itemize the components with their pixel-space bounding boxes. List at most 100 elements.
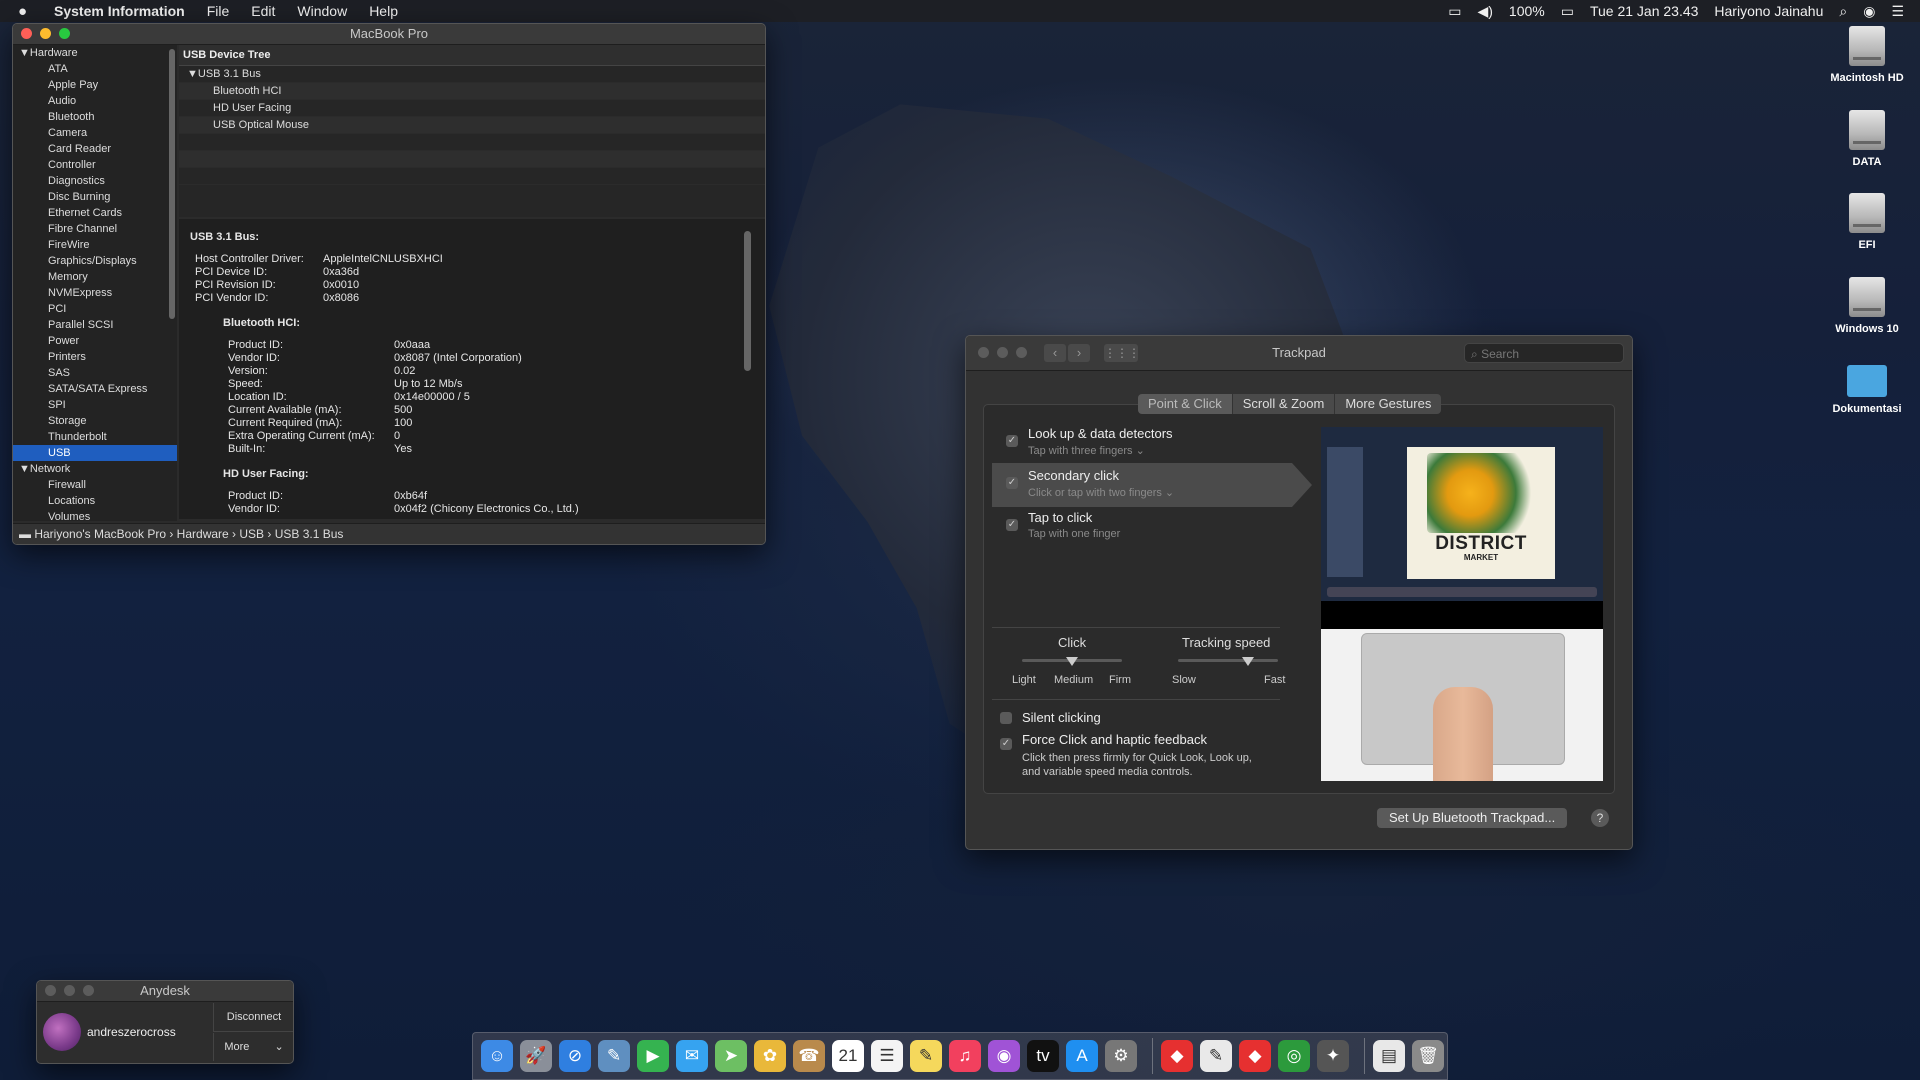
sidebar-item[interactable]: SATA/SATA Express bbox=[13, 381, 177, 397]
preview-icon[interactable]: ✎ bbox=[598, 1040, 630, 1072]
trash-icon[interactable]: 🗑 bbox=[1412, 1040, 1444, 1072]
option-subtitle[interactable]: Click or tap with two fingers ⌄ bbox=[1028, 486, 1174, 499]
disconnect-button[interactable]: Disconnect bbox=[213, 1003, 293, 1032]
sidebar-item[interactable]: NVMExpress bbox=[13, 285, 177, 301]
sidebar-item[interactable]: Camera bbox=[13, 125, 177, 141]
clock[interactable]: Tue 21 Jan 23.43 bbox=[1590, 3, 1698, 19]
minimize-button[interactable] bbox=[997, 347, 1008, 358]
back-arrow-icon[interactable]: ‹ bbox=[1044, 344, 1066, 362]
launchpad-icon[interactable]: 🚀 bbox=[520, 1040, 552, 1072]
sysinfo-sidebar[interactable]: ▼Hardware ATA Apple Pay Audio Bluetooth Camer… bbox=[13, 45, 177, 521]
sidebar-item[interactable]: ATA bbox=[13, 61, 177, 77]
system-preferences-icon[interactable]: ⚙ bbox=[1105, 1040, 1137, 1072]
sidebar-item[interactable]: Graphics/Displays bbox=[13, 253, 177, 269]
sidebar-item[interactable]: Disc Burning bbox=[13, 189, 177, 205]
spotlight-icon[interactable]: ⌕ bbox=[1839, 3, 1847, 20]
sidebar-item[interactable]: Memory bbox=[13, 269, 177, 285]
sidebar-item[interactable]: SPI bbox=[13, 397, 177, 413]
sidebar-item[interactable]: Fibre Channel bbox=[13, 221, 177, 237]
sidebar-item[interactable]: USB bbox=[13, 445, 177, 461]
tree-row[interactable]: ▼USB 3.1 Bus bbox=[179, 66, 765, 83]
sidebar-item[interactable]: Ethernet Cards bbox=[13, 205, 177, 221]
desktop-item[interactable]: EFI bbox=[1822, 193, 1912, 251]
desktop-item[interactable]: DATA bbox=[1822, 110, 1912, 168]
minimize-button[interactable] bbox=[64, 985, 75, 996]
click-slider-knob[interactable] bbox=[1066, 657, 1078, 666]
show-all-grid-icon[interactable]: ⋮⋮⋮ bbox=[1104, 344, 1140, 362]
sidebar-item[interactable]: Card Reader bbox=[13, 141, 177, 157]
apple-icon[interactable]: ● bbox=[18, 3, 38, 20]
sidebar-item[interactable]: Storage bbox=[13, 413, 177, 429]
desktop-item[interactable]: Dokumentasi bbox=[1822, 365, 1912, 415]
sysinfo-titlebar[interactable]: MacBook Pro bbox=[13, 24, 765, 45]
battery-percent[interactable]: 100% bbox=[1509, 3, 1545, 19]
messages-icon[interactable]: ✉ bbox=[676, 1040, 708, 1072]
tree-row[interactable]: HD User Facing bbox=[179, 100, 765, 117]
sidebar-item[interactable]: PCI bbox=[13, 301, 177, 317]
tab-scroll-zoom[interactable]: Scroll & Zoom bbox=[1232, 394, 1336, 414]
calendar-icon[interactable]: 21 bbox=[832, 1040, 864, 1072]
checkbox-box[interactable]: ✓ bbox=[1006, 435, 1018, 447]
sidebar-category[interactable]: ▼Network bbox=[13, 461, 177, 477]
zoom-button[interactable] bbox=[59, 28, 70, 39]
sidebar-item[interactable]: Thunderbolt bbox=[13, 429, 177, 445]
photos-icon[interactable]: ✿ bbox=[754, 1040, 786, 1072]
menu-help[interactable]: Help bbox=[369, 3, 398, 19]
close-button[interactable] bbox=[45, 985, 56, 996]
checkbox-box[interactable] bbox=[1000, 712, 1012, 724]
tv-icon[interactable]: tv bbox=[1027, 1040, 1059, 1072]
sidebar-scrollbar[interactable] bbox=[169, 49, 175, 319]
sidebar-item[interactable]: Apple Pay bbox=[13, 77, 177, 93]
tree-row[interactable]: Bluetooth HCI bbox=[179, 83, 765, 100]
checkbox-box[interactable]: ✓ bbox=[1006, 477, 1018, 489]
volume-icon[interactable]: ◀) bbox=[1477, 3, 1492, 20]
trackpad-titlebar[interactable]: ‹ › ⋮⋮⋮ Trackpad ⌕ Search bbox=[966, 336, 1632, 371]
sidebar-item[interactable]: Power bbox=[13, 333, 177, 349]
battery-icon[interactable]: ▭ bbox=[1561, 3, 1574, 20]
sidebar-item[interactable]: Diagnostics bbox=[13, 173, 177, 189]
contacts-icon[interactable]: ☎ bbox=[793, 1040, 825, 1072]
anydesk-titlebar[interactable]: Anydesk bbox=[37, 981, 293, 1002]
tracking-slider-track[interactable] bbox=[1178, 659, 1278, 662]
option-subtitle[interactable]: Tap with one finger bbox=[1028, 528, 1120, 540]
sidebar-item[interactable]: Bluetooth bbox=[13, 109, 177, 125]
desktop-item[interactable]: Macintosh HD bbox=[1822, 26, 1912, 84]
sidebar-item[interactable]: Firewall bbox=[13, 477, 177, 493]
forward-arrow-icon[interactable]: › bbox=[1068, 344, 1090, 362]
minimize-button[interactable] bbox=[40, 28, 51, 39]
tab-more-gestures[interactable]: More Gestures bbox=[1335, 394, 1442, 414]
anydesk-alt-icon[interactable]: ◆ bbox=[1239, 1040, 1271, 1072]
menu-window[interactable]: Window bbox=[297, 3, 347, 19]
gesture-option[interactable]: ✓ Look up & data detectors Tap with three … bbox=[992, 421, 1302, 465]
menu-app-name[interactable]: System Information bbox=[54, 3, 185, 19]
notification-center-icon[interactable]: ☰ bbox=[1891, 3, 1904, 20]
textedit-icon[interactable]: ✎ bbox=[1200, 1040, 1232, 1072]
zoom-button[interactable] bbox=[1016, 347, 1027, 358]
details-scrollbar[interactable] bbox=[744, 231, 751, 371]
notes-icon[interactable]: ✎ bbox=[910, 1040, 942, 1072]
menu-file[interactable]: File bbox=[207, 3, 230, 19]
sidebar-item[interactable]: Audio bbox=[13, 93, 177, 109]
sidebar-item[interactable]: Volumes bbox=[13, 509, 177, 521]
tree-header[interactable]: USB Device Tree bbox=[179, 45, 765, 66]
checkbox-box[interactable]: ✓ bbox=[1006, 519, 1018, 531]
silent-clicking-checkbox[interactable]: Silent clicking bbox=[1000, 710, 1101, 725]
airplay-icon[interactable]: ▭ bbox=[1448, 3, 1461, 20]
finder-icon[interactable]: ☺ bbox=[481, 1040, 513, 1072]
close-button[interactable] bbox=[978, 347, 989, 358]
maps-icon[interactable]: ➤ bbox=[715, 1040, 747, 1072]
sidebar-item[interactable]: SAS bbox=[13, 365, 177, 381]
force-click-checkbox[interactable]: ✓ Force Click and haptic feedback bbox=[1000, 732, 1207, 750]
documents-icon[interactable]: ▤ bbox=[1373, 1040, 1405, 1072]
sidebar-item[interactable]: Printers bbox=[13, 349, 177, 365]
network-icon[interactable]: ◎ bbox=[1278, 1040, 1310, 1072]
utility-icon[interactable]: ✦ bbox=[1317, 1040, 1349, 1072]
help-button[interactable]: ? bbox=[1591, 809, 1609, 827]
tree-row[interactable]: USB Optical Mouse bbox=[179, 117, 765, 134]
app-store-icon[interactable]: A bbox=[1066, 1040, 1098, 1072]
facetime-icon[interactable]: ▶ bbox=[637, 1040, 669, 1072]
zoom-button[interactable] bbox=[83, 985, 94, 996]
music-icon[interactable]: ♫ bbox=[949, 1040, 981, 1072]
siri-icon[interactable]: ◉ bbox=[1863, 3, 1875, 20]
menu-edit[interactable]: Edit bbox=[251, 3, 275, 19]
